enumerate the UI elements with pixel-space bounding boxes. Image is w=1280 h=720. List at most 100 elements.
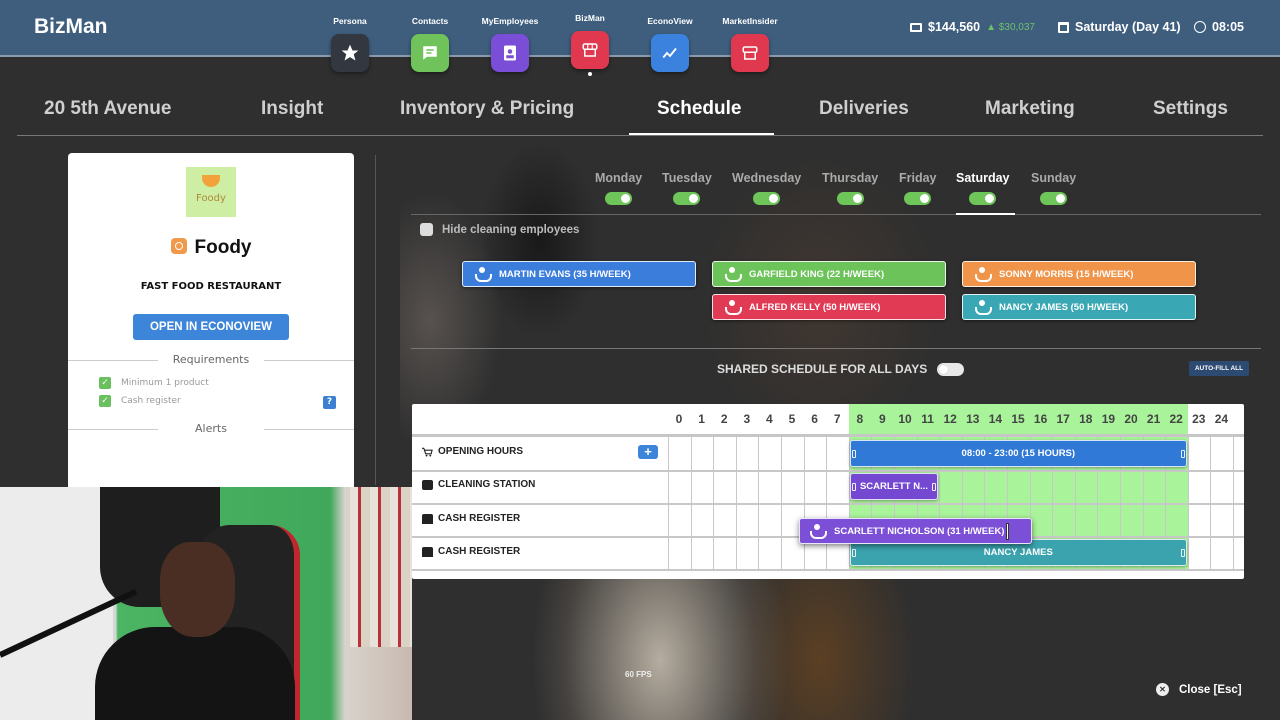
day-toggle[interactable] (605, 192, 633, 205)
add-opening-hours-button[interactable]: + (638, 445, 658, 459)
cart-icon (422, 447, 433, 457)
tab-marketing[interactable]: Marketing (985, 98, 1075, 120)
hide-cleaning-checkbox[interactable]: Hide cleaning employees (420, 223, 579, 236)
row-cleaning-station: CLEANING STATION (422, 479, 535, 490)
row-cash-register: CASH REGISTER (422, 513, 520, 524)
resize-handle[interactable] (932, 483, 937, 491)
shift-label: 08:00 - 23:00 (15 HOURS) (961, 448, 1076, 459)
launcher-marketinsider[interactable]: MarketInsider (710, 16, 790, 72)
cash-register-icon (422, 513, 433, 524)
business-logo: Foody (186, 167, 236, 217)
launcher-persona[interactable]: Persona (310, 16, 390, 72)
open-in-econoview-button[interactable]: OPEN IN ECONOVIEW (133, 314, 289, 340)
hour-label: 13 (966, 412, 980, 426)
shift-block[interactable]: SCARLETT N... (849, 473, 939, 500)
close-icon: ✕ (1156, 683, 1169, 696)
tab-schedule[interactable]: Schedule (657, 98, 741, 120)
shared-schedule-toggle[interactable]: SHARED SCHEDULE FOR ALL DAYS (717, 362, 965, 376)
day-toggle[interactable] (753, 192, 781, 205)
resize-handle[interactable] (1180, 450, 1185, 458)
hour-label: 1 (698, 412, 705, 426)
day-monday[interactable]: Monday (595, 171, 642, 205)
checkmark-icon: ✓ (99, 377, 111, 389)
employee-service-icon (975, 267, 992, 282)
day-toggle[interactable] (904, 192, 932, 205)
tab-settings[interactable]: Settings (1153, 98, 1228, 120)
hour-label: 15 (1011, 412, 1025, 426)
employee-card[interactable]: NANCY JAMES (50 H/WEEK) (962, 294, 1196, 320)
business-type: FAST FOOD RESTAURANT (140, 281, 282, 292)
resize-handle[interactable] (1180, 549, 1185, 557)
hour-label: 19 (1101, 412, 1116, 426)
food-bowl-icon (202, 175, 220, 187)
resize-handle[interactable] (851, 450, 856, 458)
day-toggle[interactable] (1040, 192, 1068, 205)
date-display: Saturday (Day 41) (1058, 20, 1181, 34)
resize-handle[interactable] (851, 483, 856, 491)
auto-fill-all-button[interactable]: AUTO-FILL ALL (1189, 361, 1249, 376)
employee-card[interactable]: MARTIN EVANS (35 H/WEEK) (462, 261, 696, 287)
top-bar: BizMan Persona Contacts MyEmployees BizM… (0, 0, 1280, 76)
close-button[interactable]: ✕ Close [Esc] (1156, 683, 1242, 696)
day-tuesday[interactable]: Tuesday (662, 171, 712, 205)
launcher-econoview[interactable]: EconoView (630, 16, 710, 72)
launcher-contacts[interactable]: Contacts (390, 16, 470, 72)
grid-row-line (412, 503, 1244, 505)
launcher-myemployees[interactable]: MyEmployees (470, 16, 550, 72)
dragged-employee-card[interactable]: SCARLETT NICHOLSON (31 H/WEEK) (799, 518, 1032, 544)
day-toggle[interactable] (673, 192, 701, 205)
day-friday[interactable]: Friday (899, 171, 937, 205)
webcam-person-body (95, 627, 295, 720)
day-saturday[interactable]: Saturday (956, 171, 1010, 205)
tab-insight[interactable]: Insight (261, 98, 323, 120)
alerts-heading: Alerts (68, 422, 354, 435)
panel-divider (375, 155, 376, 485)
help-icon[interactable]: ? (323, 396, 336, 409)
checkbox[interactable] (420, 223, 433, 236)
active-indicator (588, 72, 592, 76)
star-icon (331, 34, 369, 72)
launcher-bizman[interactable]: BizMan (550, 13, 630, 76)
mouse-cursor (1006, 523, 1009, 540)
tab-deliveries[interactable]: Deliveries (819, 98, 909, 120)
business-type-icon (170, 238, 187, 254)
active-day-underline (956, 213, 1015, 215)
tab-address[interactable]: 20 5th Avenue (44, 98, 171, 120)
hour-label: 18 (1079, 412, 1093, 426)
hour-label: 21 (1146, 412, 1161, 426)
toggle-switch[interactable] (937, 362, 965, 376)
main-tabs: 20 5th Avenue Insight Inventory & Pricin… (17, 90, 1263, 136)
hour-label: 12 (943, 412, 957, 426)
employee-card[interactable]: GARFIELD KING (22 H/WEEK) (712, 261, 946, 287)
shift-block[interactable]: 08:00 - 23:00 (15 HOURS) (849, 440, 1187, 467)
hour-label: 5 (788, 412, 796, 426)
checkmark-icon: ✓ (99, 395, 111, 407)
webcam-overlay (0, 487, 412, 720)
employee-card[interactable]: SONNY MORRIS (15 H/WEEK) (962, 261, 1196, 287)
hour-label: 0 (675, 412, 683, 426)
employee-service-icon (475, 267, 492, 282)
day-toggle[interactable] (969, 192, 997, 205)
active-tab-underline (629, 133, 774, 135)
day-thursday[interactable]: Thursday (822, 171, 878, 205)
employee-service-icon (725, 300, 742, 315)
hour-label: 17 (1056, 412, 1070, 426)
hour-label: 11 (921, 412, 934, 426)
tab-inventory-pricing[interactable]: Inventory & Pricing (400, 98, 574, 120)
row-cash-register: CASH REGISTER (422, 546, 520, 557)
calendar-icon (1058, 21, 1069, 33)
day-toggle[interactable] (836, 192, 864, 205)
employee-service-icon (810, 524, 827, 539)
hour-label: 22 (1169, 412, 1183, 426)
requirements-heading: Requirements (68, 353, 354, 366)
money-display: $144,560 ▲ $30,037 (910, 20, 1035, 34)
day-sunday[interactable]: Sunday (1031, 171, 1076, 205)
employee-card[interactable]: ALFRED KELLY (50 H/WEEK) (712, 294, 946, 320)
day-selector: Monday Tuesday Wednesday Thursday Friday… (411, 165, 1261, 215)
day-wednesday[interactable]: Wednesday (732, 171, 801, 205)
resize-handle[interactable] (851, 549, 856, 557)
clock-icon (1194, 21, 1206, 33)
employee-service-icon (725, 267, 742, 282)
employee-service-icon (975, 300, 992, 315)
hour-label: 9 (879, 412, 886, 426)
